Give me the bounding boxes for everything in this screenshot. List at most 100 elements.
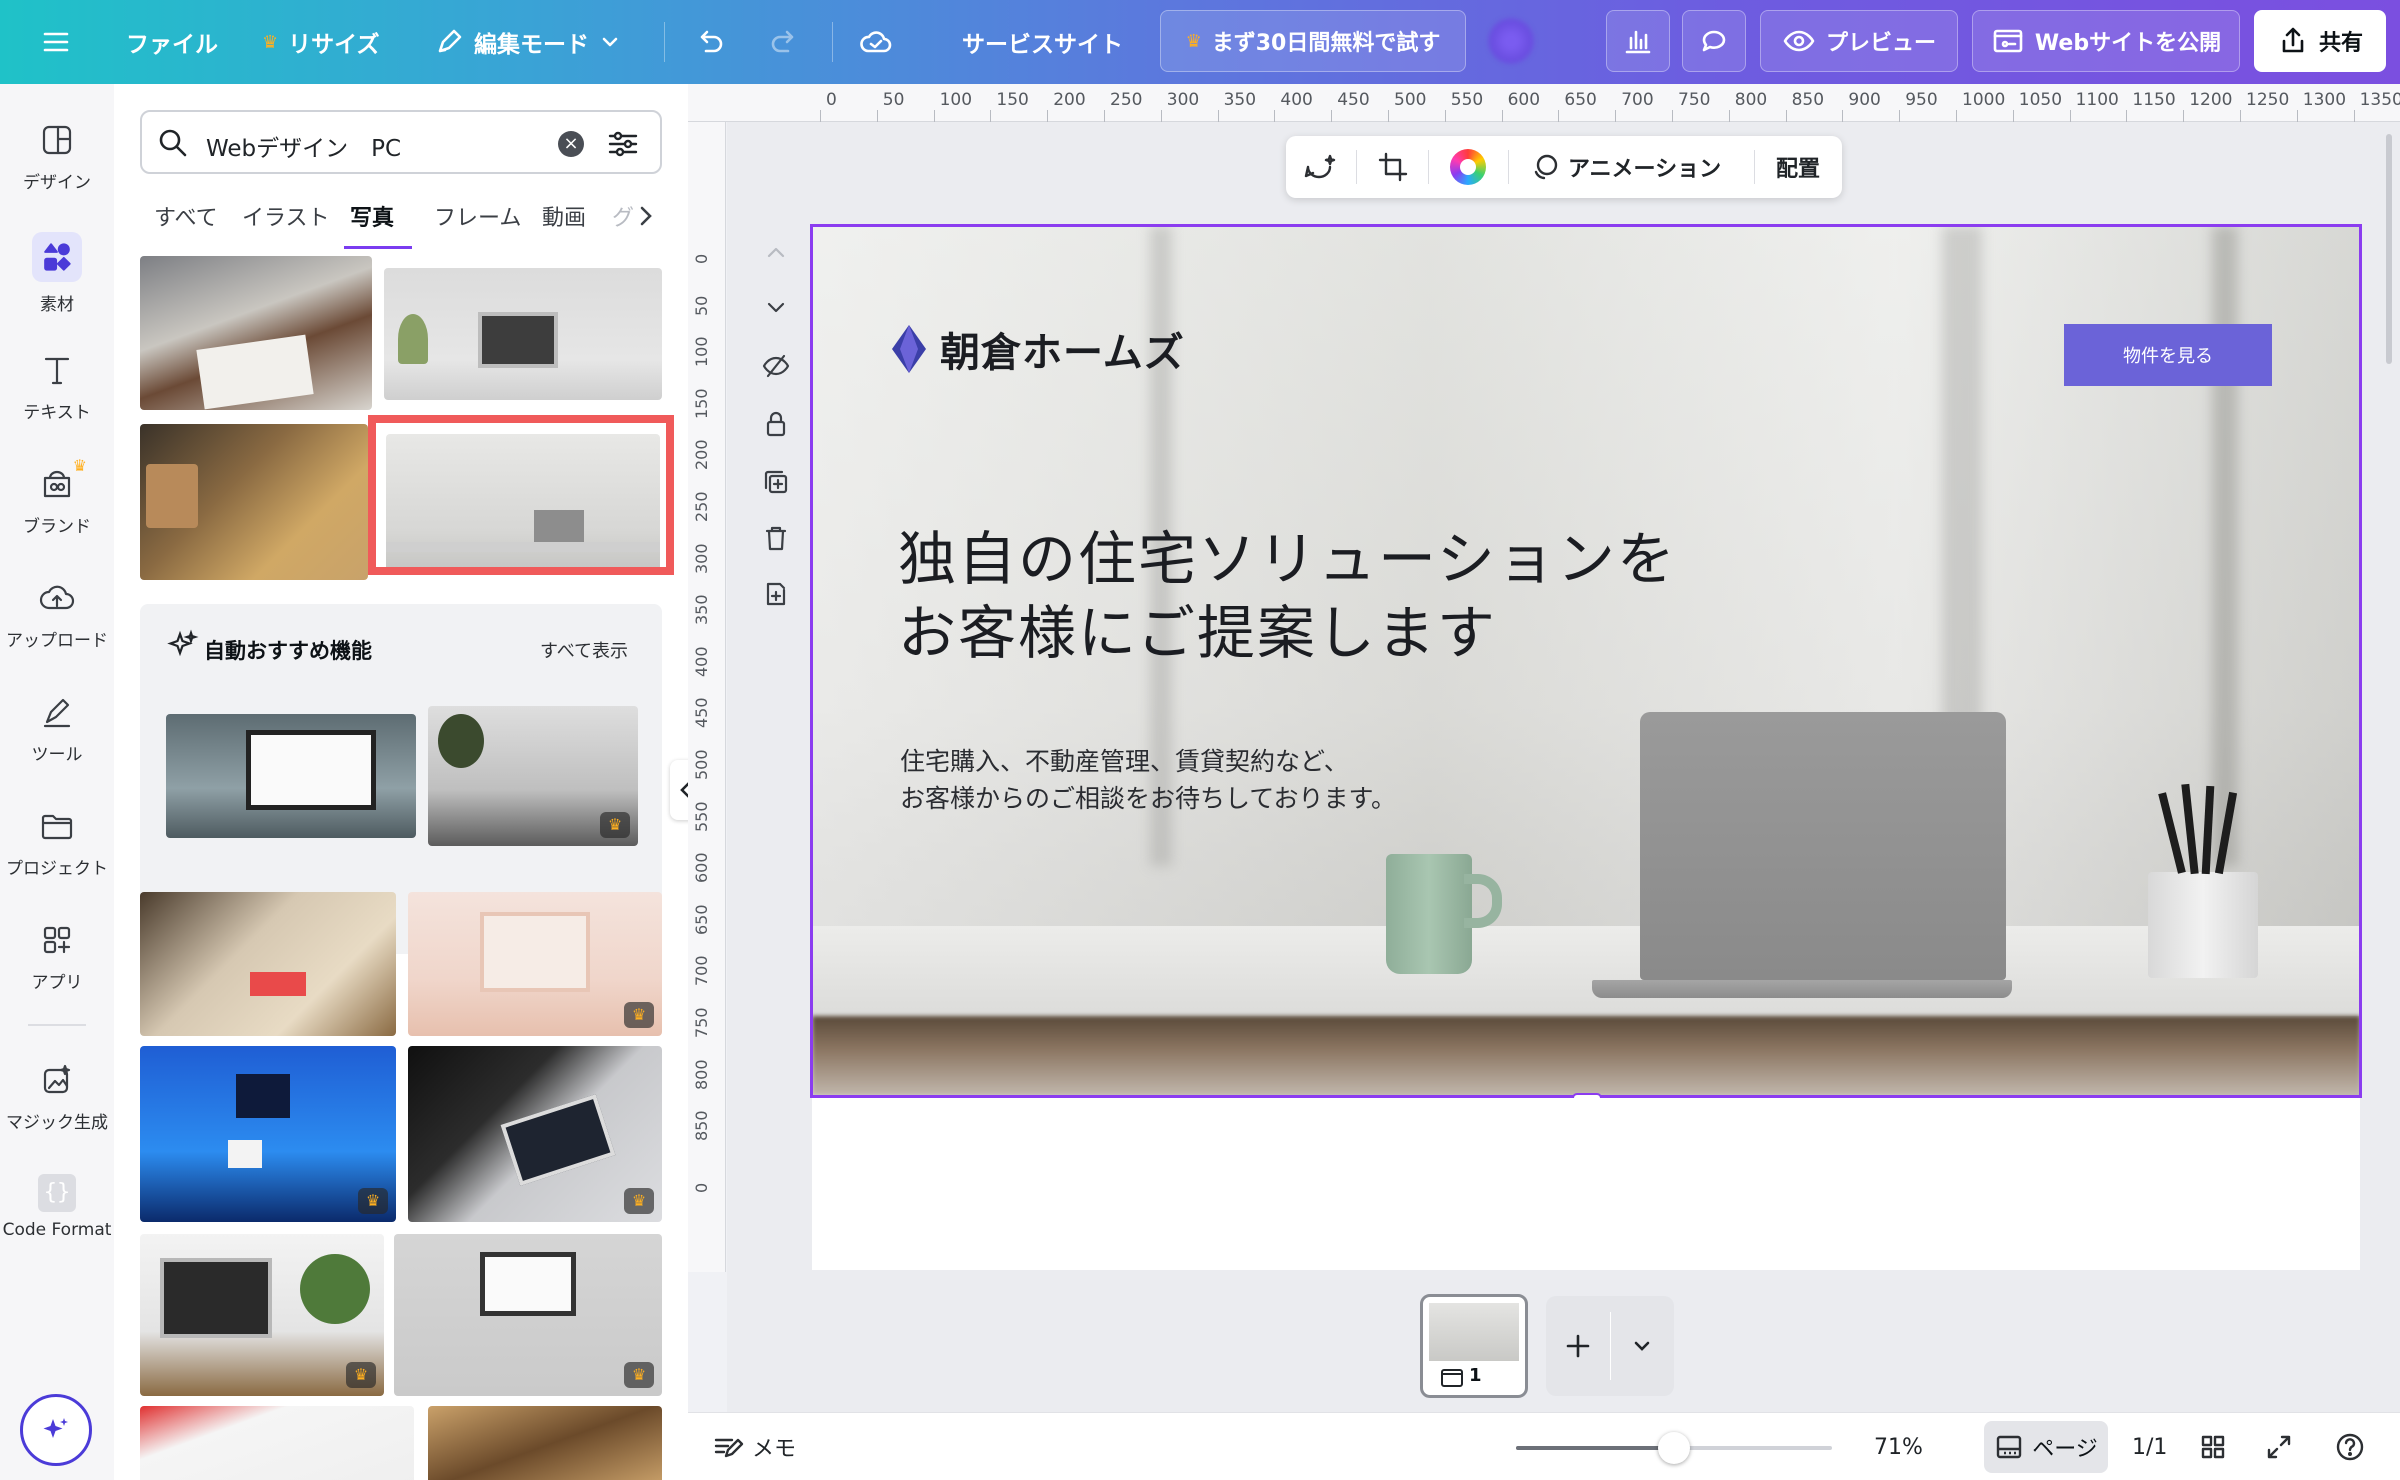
ruler-tick <box>2126 110 2128 122</box>
hamburger-menu-button[interactable] <box>40 0 72 84</box>
delete-button[interactable] <box>760 522 792 554</box>
add-page-icon <box>766 582 786 606</box>
tab-all[interactable]: すべて <box>154 200 218 232</box>
search-input[interactable]: Webデザイン PC × <box>140 110 662 174</box>
animation-button[interactable]: アニメーション <box>1530 136 1721 198</box>
photo-thumbnail[interactable] <box>140 424 368 580</box>
tab-illustrations[interactable]: イラスト <box>242 200 330 232</box>
rail-item-tools[interactable]: ツール <box>0 692 114 765</box>
grid-view-button[interactable] <box>2198 1413 2228 1480</box>
zoom-level[interactable]: 71% <box>1874 1413 1923 1480</box>
file-menu-button[interactable]: ファイル <box>126 0 218 84</box>
zoom-slider[interactable] <box>1516 1432 1832 1464</box>
ai-edit-icon[interactable] <box>1302 150 1336 184</box>
crop-icon[interactable] <box>1376 150 1410 184</box>
magic-generate-icon <box>37 1060 77 1100</box>
magic-assistant-button[interactable] <box>20 1394 92 1466</box>
color-picker-icon[interactable] <box>1450 149 1486 185</box>
lock-button[interactable] <box>760 408 792 440</box>
sparkle-icon <box>43 1418 68 1438</box>
photo-thumbnail[interactable]: ♛ <box>428 706 638 846</box>
duplicate-button[interactable] <box>760 466 792 498</box>
tab-frames[interactable]: フレーム <box>434 200 521 232</box>
photo-thumbnail[interactable] <box>428 1406 662 1480</box>
rail-item-text[interactable]: テキスト <box>0 350 114 423</box>
tab-videos[interactable]: 動画 <box>542 200 586 232</box>
pages-view-button[interactable]: ページ <box>1984 1421 2108 1473</box>
position-button[interactable]: 配置 <box>1776 136 1820 198</box>
publish-website-button[interactable]: Webサイトを公開 <box>1972 10 2240 72</box>
pencil-icon <box>438 29 462 53</box>
photo-thumbnail[interactable]: ♛ <box>140 1234 384 1396</box>
ruler-label: 800 <box>1734 90 1768 110</box>
cloud-save-status-button[interactable] <box>858 0 894 84</box>
page-count[interactable]: 1/1 <box>2132 1413 2167 1480</box>
rail-item-code-format[interactable]: {} Code Format <box>0 1174 114 1240</box>
rail-item-design[interactable]: デザイン <box>0 120 114 193</box>
design-title[interactable]: サービスサイト <box>962 0 1123 84</box>
divider <box>832 22 833 62</box>
add-page-plus-button[interactable] <box>1546 1296 1610 1396</box>
ruler-tick <box>2012 110 2014 122</box>
free-trial-button[interactable]: ♛ まず30日間無料で試す <box>1160 10 1466 72</box>
rail-item-magic-generate[interactable]: マジック生成 <box>0 1060 114 1133</box>
tab-photos[interactable]: 写真 <box>350 200 394 232</box>
insights-button[interactable] <box>1606 10 1670 72</box>
help-button[interactable] <box>2334 1413 2366 1480</box>
avatar[interactable] <box>1488 18 1534 64</box>
filter-sliders-icon[interactable] <box>606 127 640 161</box>
photo-thumbnail[interactable]: ♛ <box>408 1046 662 1222</box>
page-thumbnail[interactable]: 1 <box>1420 1294 1528 1398</box>
vertical-scrollbar[interactable] <box>2386 134 2392 364</box>
paper-shape <box>196 334 314 410</box>
move-down-button[interactable] <box>760 292 792 324</box>
rail-item-elements[interactable]: 素材 <box>0 232 114 315</box>
undo-button[interactable] <box>692 0 726 84</box>
premium-crown-icon: ♛ <box>624 1188 654 1214</box>
notes-button[interactable]: メモ <box>712 1413 796 1480</box>
divider <box>1356 150 1357 184</box>
design-icon <box>37 120 77 160</box>
left-rail: デザイン 素材 テキスト ♛ ブランド アップロード ツール プロジェクト アプ… <box>0 84 114 1480</box>
clear-search-icon[interactable]: × <box>558 131 584 157</box>
photo-thumbnail[interactable] <box>384 268 662 400</box>
rail-item-upload[interactable]: アップロード <box>0 578 114 651</box>
rail-item-projects[interactable]: プロジェクト <box>0 806 114 879</box>
add-page-button[interactable] <box>760 578 792 610</box>
add-page-options-button[interactable] <box>1610 1296 1674 1396</box>
preview-button[interactable]: プレビュー <box>1760 10 1958 72</box>
hide-button[interactable] <box>760 350 792 382</box>
rail-item-brand[interactable]: ♛ ブランド <box>0 456 114 537</box>
ruler-label: 250 <box>1110 90 1143 110</box>
move-up-button[interactable] <box>760 236 792 268</box>
see-all-link[interactable]: すべて表示 <box>540 637 628 663</box>
elements-icon <box>32 232 82 282</box>
edit-mode-dropdown[interactable]: 編集モード <box>434 0 621 84</box>
photo-thumbnail[interactable] <box>140 892 396 1036</box>
page-layout-icon <box>1997 1435 2022 1459</box>
photo-thumbnail[interactable]: ♛ <box>408 892 662 1036</box>
divider <box>1428 150 1429 184</box>
chevron-right-icon[interactable] <box>634 202 658 230</box>
ruler-tick <box>1956 110 1957 122</box>
fullscreen-button[interactable] <box>2264 1413 2294 1480</box>
ruler-tick <box>990 110 992 122</box>
rail-item-apps[interactable]: アプリ <box>0 920 114 993</box>
photo-thumbnail[interactable]: ♛ <box>140 1046 396 1222</box>
premium-crown-icon: ♛ <box>600 812 630 838</box>
share-button[interactable]: 共有 <box>2254 10 2386 72</box>
photo-thumbnail[interactable] <box>166 714 416 838</box>
photo-thumbnail[interactable] <box>140 256 372 410</box>
redo-button[interactable] <box>768 0 802 84</box>
page-thumbnail-image <box>1429 1303 1519 1361</box>
photo-thumbnail[interactable]: ♛ <box>394 1234 662 1396</box>
photo-thumbnail[interactable] <box>140 1406 414 1480</box>
ruler-label: 450 <box>1337 90 1370 110</box>
ruler-tick <box>1899 110 1901 122</box>
comment-button[interactable] <box>1682 10 1746 72</box>
zoom-slider-handle[interactable] <box>1658 1432 1690 1464</box>
ruler-label: 400 <box>1280 90 1313 110</box>
resize-button[interactable]: ♛ リサイズ <box>262 0 379 84</box>
tab-graphics[interactable]: グ <box>612 200 634 232</box>
premium-crown-icon: ♛ <box>624 1362 654 1388</box>
